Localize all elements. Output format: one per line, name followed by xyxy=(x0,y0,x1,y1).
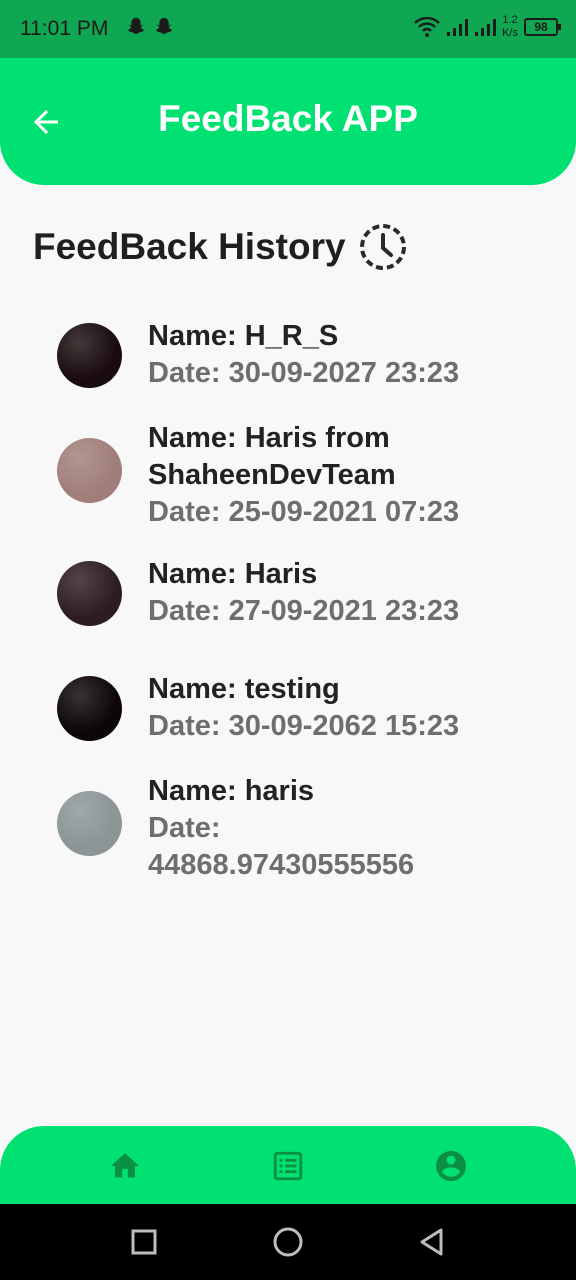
recents-icon xyxy=(131,1229,157,1255)
avatar xyxy=(57,561,122,626)
item-date: Date: xyxy=(148,812,221,844)
home-system-button[interactable] xyxy=(272,1226,304,1258)
status-right-icons: 1.2 K/s 98 xyxy=(414,14,561,40)
snapchat-icon xyxy=(127,17,145,34)
item-date-continued: 44868.97430555556 xyxy=(148,849,415,881)
avatar xyxy=(57,438,122,503)
item-date: Date: 27-09-2021 23:23 xyxy=(148,595,460,627)
notification-icons xyxy=(125,16,175,38)
home-icon xyxy=(110,1153,140,1178)
app-title: FeedBack APP xyxy=(158,98,418,139)
avatar xyxy=(57,323,122,388)
nav-list-button[interactable] xyxy=(270,1148,306,1184)
item-text: Name: Haris from ShaheenDevTeam Date: 25… xyxy=(148,420,548,531)
net-speed: 1.2 K/s xyxy=(502,14,518,39)
status-time: 11:01 PM xyxy=(20,17,109,40)
account-icon xyxy=(436,1151,466,1181)
item-name: Name: haris xyxy=(148,775,315,807)
nav-home-button[interactable] xyxy=(107,1148,143,1184)
history-title: FeedBack History xyxy=(33,226,346,267)
signal-icon xyxy=(447,19,469,36)
back-triangle-icon xyxy=(420,1228,443,1256)
history-heading: FeedBack History xyxy=(33,222,408,272)
app-bar: FeedBack APP xyxy=(0,58,576,185)
bottom-nav xyxy=(0,1126,576,1204)
back-system-button[interactable] xyxy=(416,1226,448,1258)
nav-account-button[interactable] xyxy=(433,1148,469,1184)
item-name: Name: testing xyxy=(148,673,340,705)
item-name: Name: Haris xyxy=(148,558,318,590)
history-clock-icon xyxy=(359,224,406,270)
item-text: Name: Haris Date: 27-09-2021 23:23 xyxy=(148,556,548,630)
item-date: Date: 30-09-2062 15:23 xyxy=(148,710,460,742)
status-bar: 11:01 PM 1.2 K/s 98 xyxy=(0,0,576,58)
signal-icon xyxy=(475,19,497,36)
recents-button[interactable] xyxy=(128,1226,160,1258)
avatar xyxy=(57,791,122,856)
item-name-continued: ShaheenDevTeam xyxy=(148,459,396,491)
item-text: Name: haris Date: 44868.97430555556 xyxy=(148,773,548,884)
item-date: Date: 25-09-2021 07:23 xyxy=(148,496,460,528)
home-circle-icon xyxy=(273,1227,303,1257)
snapchat-icon xyxy=(155,17,173,34)
wifi-icon xyxy=(414,16,440,37)
battery-icon: 98 xyxy=(524,18,561,36)
list-icon xyxy=(273,1151,303,1181)
item-text: Name: testing Date: 30-09-2062 15:23 xyxy=(148,671,548,745)
avatar xyxy=(57,676,122,741)
item-date: Date: 30-09-2027 23:23 xyxy=(148,357,460,389)
item-text: Name: H_R_S Date: 30-09-2027 23:23 xyxy=(148,318,548,392)
item-name: Name: Haris from xyxy=(148,422,390,454)
item-name: Name: H_R_S xyxy=(148,320,339,352)
system-nav-bar xyxy=(0,1204,576,1280)
